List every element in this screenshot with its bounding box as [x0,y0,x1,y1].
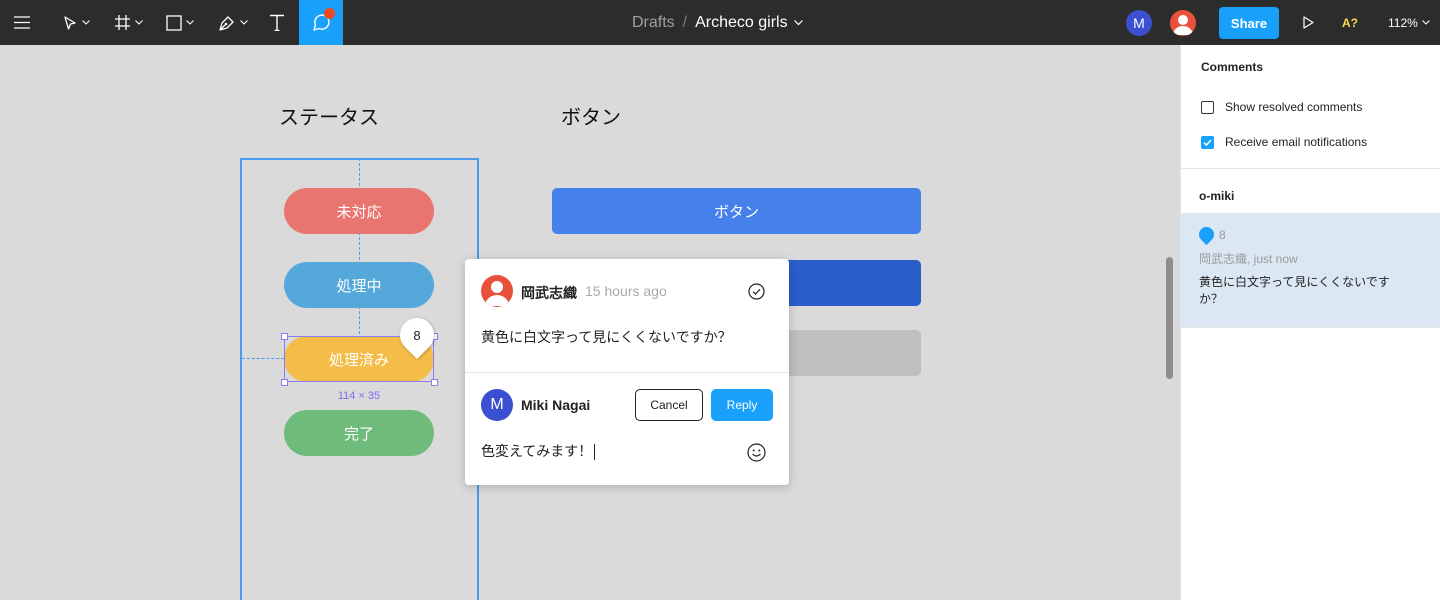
status-heading[interactable]: ステータス [279,101,379,130]
thread-meta: 岡武志織, just now [1199,252,1298,266]
emoji-button[interactable] [747,443,766,467]
pen-tool-button[interactable] [214,0,252,45]
menu-icon[interactable] [10,0,34,45]
status-pill-in-progress[interactable]: 処理中 [284,262,434,308]
text-tool-icon [270,14,284,31]
notification-dot [324,8,335,19]
reply-button[interactable]: Reply [711,389,773,421]
show-resolved-checkbox[interactable] [1201,100,1214,114]
breadcrumb: Drafts / Archeco girls [632,0,803,45]
chevron-down-icon [82,20,90,25]
resolve-button[interactable] [748,283,765,305]
reply-author: Miki Nagai [521,397,591,413]
comment-message: 黄色に白文字って見にくくないですか？ [481,329,732,345]
accessibility-indicator[interactable]: A? [1342,0,1358,45]
breadcrumb-drafts[interactable]: Drafts [632,14,675,32]
share-button[interactable]: Share [1219,7,1279,39]
button-heading[interactable]: ボタン [561,101,621,130]
chevron-down-icon [134,20,143,25]
popup-divider [465,372,789,373]
resize-handle-top-left[interactable] [281,333,288,340]
user-avatar-icon [485,281,509,306]
breadcrumb-file-name[interactable]: Archeco girls [695,14,787,32]
breadcrumb-separator: / [682,13,688,31]
move-tool-button[interactable] [56,0,96,45]
text-tool-button[interactable] [266,0,288,45]
comment-author: 岡武志織 [521,285,577,301]
comment-author-avatar [481,275,513,307]
status-pill-unhandled[interactable]: 未対応 [284,188,434,234]
zoom-level[interactable]: 112% [1388,0,1430,45]
thread-text: 黄色に白文字って見にくくないですか？ [1199,275,1390,306]
canvas-scrollbar[interactable] [1166,257,1173,379]
zoom-value: 112% [1388,15,1418,30]
panel-title: Comments [1201,60,1264,74]
panel-divider [1181,168,1440,169]
emoji-icon [747,443,766,462]
reply-author-avatar: M [481,389,513,421]
frame-tool-button[interactable] [110,0,146,45]
top-toolbar: Drafts / Archeco girls M Share A? 112% [0,0,1440,45]
chevron-down-icon [1421,20,1430,25]
chevron-down-icon [186,20,194,25]
email-notifications-label: Receive email notifications [1225,135,1368,149]
move-tool-icon [64,15,76,30]
present-button[interactable] [1299,0,1317,45]
frame-tool-icon [114,15,130,30]
selection-size-label: 114 × 35 [337,390,381,402]
pen-tool-icon [219,15,234,31]
resize-handle-bottom-right[interactable] [431,379,438,386]
resize-handle-bottom-left[interactable] [281,379,288,386]
comments-panel: Comments Show resolved comments Receive … [1180,45,1440,600]
show-resolved-toggle[interactable]: Show resolved comments [1201,100,1362,114]
show-resolved-label: Show resolved comments [1225,100,1363,114]
status-pill-complete[interactable]: 完了 [284,410,434,456]
rectangle-tool-icon [166,14,182,31]
reply-input[interactable]: 色変えてみます！ [481,441,596,461]
email-notifications-toggle[interactable]: Receive email notifications [1201,135,1367,149]
comment-group-title: o-miki [1199,189,1235,203]
button-primary[interactable]: ボタン [552,188,921,234]
comment-pin-number[interactable]: 8 [400,318,434,352]
cancel-button[interactable]: Cancel [635,389,703,421]
resolve-check-icon [748,283,765,300]
comment-pin-icon [1195,223,1218,246]
rectangle-tool-button[interactable] [162,0,198,45]
comment-thread-item[interactable]: 8 岡武志織, just now 黄色に白文字って見にくくないですか？ [1181,213,1440,328]
chevron-down-icon[interactable] [793,19,803,26]
user-avatar[interactable] [1170,10,1196,36]
horizontal-guide [242,358,284,359]
email-notifications-checkbox[interactable] [1201,135,1214,149]
comment-popup: 岡武志織 15 hours ago 黄色に白文字って見にくくないですか？ M M… [465,259,789,485]
thread-number: 8 [1219,228,1226,242]
text-cursor [594,444,596,461]
play-icon [1302,16,1314,29]
checkmark-icon [1203,138,1212,146]
chevron-down-icon [240,20,248,25]
collaborator-avatar[interactable]: M [1126,10,1152,36]
comment-timestamp: 15 hours ago [585,283,667,299]
comment-tool-button[interactable] [299,0,343,45]
reply-draft-text: 色変えてみます！ [481,443,593,459]
user-avatar-icon [1173,15,1193,35]
